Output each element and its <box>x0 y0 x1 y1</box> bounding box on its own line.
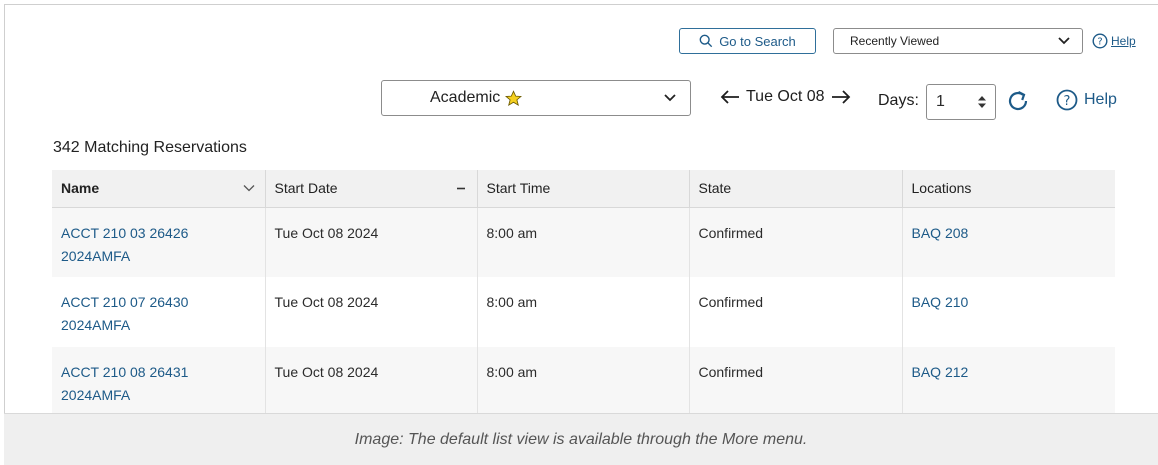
help-circle-icon: ? <box>1056 89 1078 111</box>
cell-name: ACCT 210 03 26426 2024AMFA <box>52 207 266 277</box>
arrow-right-icon[interactable] <box>831 89 851 105</box>
column-header-locations[interactable]: Locations <box>902 170 1115 208</box>
cell-start-time: 8:00 am <box>477 347 690 417</box>
cell-state: Confirmed <box>689 347 903 417</box>
cell-location: BAQ 212 <box>902 347 1115 417</box>
table-row: ACCT 210 07 26430 2024AMFA Tue Oct 08 20… <box>52 277 1115 347</box>
help-circle-icon: ? <box>1092 33 1108 49</box>
search-icon <box>699 34 713 48</box>
table-row: ACCT 210 08 26431 2024AMFA Tue Oct 08 20… <box>52 347 1115 417</box>
stepper-icon[interactable] <box>977 95 987 109</box>
reservation-name-link[interactable]: ACCT 210 07 26430 2024AMFA <box>61 291 211 337</box>
matching-count: 342 Matching Reservations <box>53 139 247 156</box>
days-label: Days: <box>878 92 919 109</box>
svg-text:?: ? <box>1064 94 1071 109</box>
column-header-name[interactable]: Name <box>52 170 266 208</box>
column-header-label: Name <box>61 180 100 197</box>
cell-start-date: Tue Oct 08 2024 <box>265 207 478 277</box>
column-header-label: State <box>698 180 732 197</box>
days-value: 1 <box>936 93 945 110</box>
chevron-down-icon[interactable] <box>243 182 255 194</box>
cell-start-date: Tue Oct 08 2024 <box>265 347 478 417</box>
chevron-down-icon <box>1058 37 1070 45</box>
location-link[interactable]: BAQ 212 <box>912 364 969 380</box>
cell-start-time: 8:00 am <box>477 207 690 277</box>
refresh-icon[interactable] <box>1005 88 1031 114</box>
current-date: Tue Oct 08 <box>746 88 825 105</box>
days-stepper[interactable]: 1 <box>926 84 996 120</box>
cell-state: Confirmed <box>689 277 903 347</box>
cell-location: BAQ 208 <box>902 207 1115 277</box>
help-label: Help <box>1084 91 1117 108</box>
column-header-label: Start Time <box>486 180 551 197</box>
date-navigator: Tue Oct 08 <box>720 88 851 106</box>
column-header-state[interactable]: State <box>689 170 903 208</box>
help-link-top[interactable]: ? Help <box>1092 33 1136 49</box>
view-select[interactable]: Academic <box>381 80 691 116</box>
star-icon <box>505 89 523 106</box>
help-label-top: Help <box>1111 34 1136 48</box>
cell-start-date: Tue Oct 08 2024 <box>265 277 478 347</box>
help-link[interactable]: ? Help <box>1056 89 1117 111</box>
cell-state: Confirmed <box>689 207 903 277</box>
location-link[interactable]: BAQ 210 <box>912 294 969 310</box>
sort-minus-icon[interactable] <box>455 182 467 194</box>
cell-name: ACCT 210 07 26430 2024AMFA <box>52 277 266 347</box>
reservation-name-link[interactable]: ACCT 210 03 26426 2024AMFA <box>61 222 211 268</box>
svg-text:?: ? <box>1097 37 1102 48</box>
column-header-start-date[interactable]: Start Date <box>265 170 478 208</box>
table-row: ACCT 210 03 26426 2024AMFA Tue Oct 08 20… <box>52 207 1115 277</box>
arrow-left-icon[interactable] <box>720 89 740 105</box>
view-select-label: Academic <box>430 89 501 106</box>
column-header-start-time[interactable]: Start Time <box>477 170 690 208</box>
recently-viewed-select[interactable]: Recently Viewed <box>833 28 1083 54</box>
image-caption: Image: The default list view is availabl… <box>4 413 1158 465</box>
reservation-name-link[interactable]: ACCT 210 08 26431 2024AMFA <box>61 361 211 407</box>
table-header-row: Name Start Date Start Time State Locatio… <box>52 170 1115 208</box>
location-link[interactable]: BAQ 208 <box>912 225 969 241</box>
go-to-search-label: Go to Search <box>719 33 796 49</box>
chevron-down-icon <box>664 94 676 102</box>
cell-location: BAQ 210 <box>902 277 1115 347</box>
go-to-search-button[interactable]: Go to Search <box>679 28 816 54</box>
recently-viewed-label: Recently Viewed <box>850 34 940 48</box>
column-header-label: Locations <box>911 180 972 197</box>
cell-start-time: 8:00 am <box>477 277 690 347</box>
column-header-label: Start Date <box>274 180 338 197</box>
cell-name: ACCT 210 08 26431 2024AMFA <box>52 347 266 417</box>
reservations-table: Name Start Date Start Time State Locatio… <box>52 170 1115 417</box>
